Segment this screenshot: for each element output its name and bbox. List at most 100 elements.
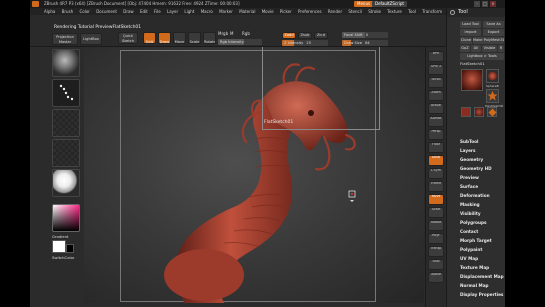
rgb-intensity-slider[interactable]: Rgb Intensity [218, 39, 262, 45]
actual-button[interactable]: Actual [428, 103, 444, 114]
menu-file[interactable]: File [154, 9, 161, 14]
scroll-button[interactable]: Scroll [428, 77, 444, 88]
tool-thumb-cylinder[interactable] [461, 107, 471, 117]
draw-size-slider[interactable]: Draw Size 64 [342, 40, 388, 46]
tool-menu-deformation[interactable]: Deformation [460, 193, 490, 198]
zsub-button[interactable]: Zsub [298, 32, 312, 39]
palette-toggle-icon[interactable] [450, 10, 455, 15]
tool-menu-masking[interactable]: Masking [460, 202, 480, 207]
lsym-button[interactable]: L.Sym [428, 168, 444, 179]
menu-preferences[interactable]: Preferences [298, 9, 322, 14]
xpose-button[interactable]: Xpose [428, 272, 444, 283]
tool-menu-geometry[interactable]: Geometry [460, 157, 483, 162]
rotate-view-button[interactable]: Rotate [428, 220, 444, 231]
tool-menu-contact[interactable]: Contact [460, 229, 478, 234]
texture-selector[interactable] [52, 139, 80, 167]
menu-document[interactable]: Document [96, 9, 117, 14]
tool-menu-polygroups[interactable]: Polygroups [460, 220, 487, 225]
menu-layer[interactable]: Layer [167, 9, 178, 14]
menu-stroke[interactable]: Stroke [368, 9, 381, 14]
tool-menu-polypaint[interactable]: Polypaint [460, 247, 482, 252]
menus-button[interactable]: Menus [354, 1, 374, 7]
maximize-button[interactable]: □ [482, 1, 488, 7]
menu-render[interactable]: Render [328, 9, 342, 14]
menu-light[interactable]: Light [184, 9, 194, 14]
load-tool-button[interactable]: Load Tool [460, 21, 481, 28]
export-button[interactable]: Export [483, 29, 504, 36]
move-button[interactable]: Move [173, 32, 186, 44]
menu-material[interactable]: Material [239, 9, 255, 14]
close-button[interactable]: × [490, 1, 496, 7]
rgb-toggle[interactable]: Rgb [242, 31, 250, 36]
menu-tool[interactable]: Tool [408, 9, 416, 14]
tool-menu-morph-target[interactable]: Morph Target [460, 238, 492, 243]
menu-movie[interactable]: Movie [262, 9, 274, 14]
clone-button[interactable]: Clone [460, 37, 472, 44]
zcut-button[interactable]: Zcut [314, 32, 328, 39]
tool-menu-geometry-hd[interactable]: Geometry HD [460, 166, 492, 171]
menu-color[interactable]: Color [79, 9, 89, 14]
menu-marker[interactable]: Marker [219, 9, 233, 14]
transp-button[interactable]: Transp [428, 246, 444, 257]
tool-menu-layers[interactable]: Layers [460, 148, 476, 153]
polyf-button[interactable]: PolyF [428, 233, 444, 244]
frame-button[interactable]: Frame [428, 181, 444, 192]
tool-thumb-polymesh[interactable] [486, 89, 499, 103]
m-toggle[interactable]: M [230, 31, 233, 36]
aahalf-button[interactable]: AAHalf [428, 116, 444, 127]
persp-button[interactable]: Persp [428, 129, 444, 140]
zadd-button[interactable]: Zadd [282, 32, 296, 39]
spix-button[interactable]: SPix 3 [428, 64, 444, 75]
document-canvas[interactable]: FlatSketch01 [84, 47, 424, 303]
tool-menu-displacement-map[interactable]: Displacement Map [460, 274, 504, 279]
tool-menu-uv-map[interactable]: UV Map [460, 256, 478, 261]
tool-menu-display-properties[interactable]: Display Properties [460, 292, 503, 297]
quick-sketch-button[interactable]: Quick Sketch [118, 32, 138, 44]
import-button[interactable]: Import [460, 29, 481, 36]
make-polymesh-button[interactable]: Make PolyMesh3D [473, 37, 504, 44]
brush-selector[interactable] [52, 49, 80, 77]
z-intensity-slider[interactable]: Z Intensity 25 [282, 40, 328, 46]
scale-button[interactable]: Scale [188, 32, 201, 44]
draw-button[interactable]: Draw [158, 32, 171, 44]
menu-alpha[interactable]: Alpha [44, 9, 55, 14]
menu-picker[interactable]: Picker [280, 9, 292, 14]
switch-color-label[interactable]: SwitchColor [52, 255, 74, 260]
scale-view-button[interactable]: Scale [428, 207, 444, 218]
tool-menu-surface[interactable]: Surface [460, 184, 478, 189]
zoom-button[interactable]: Zoom [428, 90, 444, 101]
menu-stencil[interactable]: Stencil [348, 9, 362, 14]
rotate-button[interactable]: Rotate [203, 32, 216, 44]
save-as-button[interactable]: Save As [483, 21, 504, 28]
menu-texture[interactable]: Texture [387, 9, 402, 14]
local-button[interactable]: Local [428, 155, 444, 166]
solo-button[interactable]: Solo [428, 259, 444, 270]
alpha-selector[interactable] [52, 109, 80, 137]
goz-all-button[interactable]: All [471, 45, 481, 52]
tool-menu-subtool[interactable]: SubTool [460, 139, 478, 144]
menu-brush[interactable]: Brush [62, 9, 74, 14]
tool-thumb-flatsketch[interactable] [474, 107, 484, 117]
lightbox-button[interactable]: LightBox [80, 33, 102, 45]
goz-button[interactable]: GoZ [460, 45, 470, 52]
goz-visible-button[interactable]: Visible [482, 45, 497, 52]
mrgb-toggle[interactable]: Mrgb [218, 31, 228, 36]
move-view-button[interactable]: Move [428, 194, 444, 205]
menu-edit[interactable]: Edit [140, 9, 148, 14]
secondary-color-swatch[interactable] [66, 244, 74, 253]
minimize-button[interactable]: - [474, 1, 480, 7]
menu-transform[interactable]: Transform [422, 9, 442, 14]
tool-thumb-flatsketch-large[interactable] [461, 69, 483, 91]
tool-menu-visibility[interactable]: Visibility [460, 211, 481, 216]
material-selector[interactable] [52, 169, 80, 197]
menu-draw[interactable]: Draw [123, 9, 133, 14]
tool-thumb-simplebrush[interactable] [487, 107, 497, 117]
goz-r-button[interactable]: R [498, 45, 504, 52]
floor-button[interactable]: Floor [428, 142, 444, 153]
menu-macro[interactable]: Macro [201, 9, 213, 14]
tool-menu-normal-map[interactable]: Normal Map [460, 283, 489, 288]
tool-menu-preview[interactable]: Preview [460, 175, 479, 180]
color-picker[interactable] [52, 204, 80, 232]
tool-thumb-sphere[interactable] [486, 69, 499, 83]
lightbox-tools-button[interactable]: Lightbox > Tools [460, 53, 504, 60]
